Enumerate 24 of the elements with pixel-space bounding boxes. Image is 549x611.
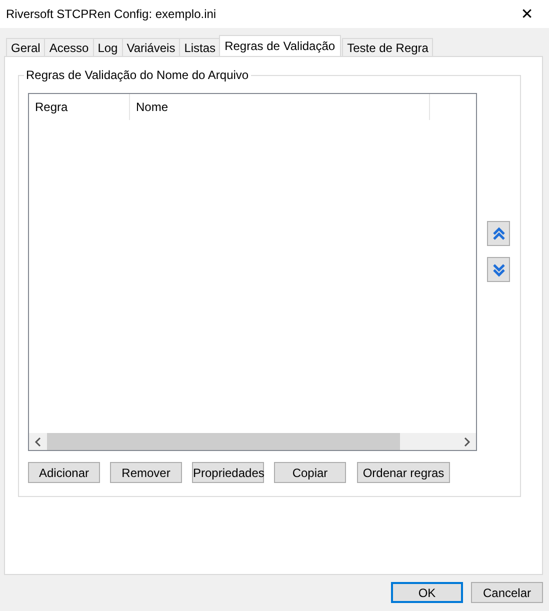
scrollbar-thumb[interactable] — [47, 433, 400, 450]
column-header[interactable]: Nome — [130, 94, 430, 120]
double-chevron-up-icon — [492, 226, 506, 240]
move-up-button[interactable] — [487, 221, 510, 246]
tab[interactable]: Geral — [6, 38, 46, 56]
rule-button[interactable]: Ordenar regras — [357, 462, 450, 483]
group-title: Regras de Validação do Nome do Arquivo — [24, 68, 251, 82]
double-chevron-down-icon — [492, 262, 506, 276]
scroll-left-icon[interactable] — [34, 436, 42, 446]
tab[interactable]: Regras de Validação — [218, 35, 342, 56]
rule-button[interactable]: Adicionar — [28, 462, 100, 483]
rule-button[interactable]: Propriedades — [192, 462, 264, 483]
scroll-right-icon[interactable] — [463, 436, 471, 446]
dialog-button[interactable]: Cancelar — [471, 582, 543, 603]
move-down-button[interactable] — [487, 257, 510, 282]
tab[interactable]: Teste de Regra — [342, 38, 434, 56]
tab[interactable]: Log — [92, 38, 123, 56]
column-header[interactable]: Regra — [29, 94, 130, 120]
horizontal-scrollbar[interactable] — [29, 433, 476, 450]
rules-list[interactable]: Regra Nome — [28, 93, 477, 451]
rule-button[interactable]: Remover — [110, 462, 182, 483]
dialog-button[interactable]: OK — [391, 582, 463, 603]
rule-button[interactable]: Copiar — [274, 462, 346, 483]
window-title: Riversoft STCPRen Config: exemplo.ini — [6, 7, 216, 21]
